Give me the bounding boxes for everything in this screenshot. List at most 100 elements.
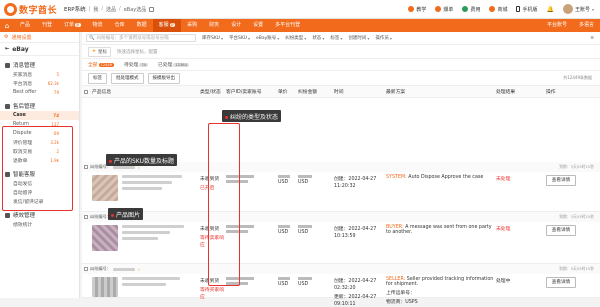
unit-price: USD <box>278 175 298 185</box>
tab-pending[interactable]: 待处理 74 <box>124 61 149 68</box>
row-checkbox[interactable] <box>84 165 88 169</box>
filter-bar: 🔍纠纷编号：多个请用逗号或逗号分隔 库存SKU 平台SKU eBay账号 纠纷类… <box>82 32 600 45</box>
home-icon[interactable]: ⌂ <box>0 19 14 32</box>
group-title[interactable]: 消息管理 <box>0 60 79 70</box>
star-icon[interactable]: ☆ <box>137 267 141 272</box>
user-menu[interactable]: 王账号 ▾ <box>562 4 594 14</box>
teach-label: 教学 <box>416 6 427 13</box>
action-bar: 标签 批处理模式 按模板导出 共12449条数据 <box>82 71 600 85</box>
nav-settings[interactable]: 设置 <box>247 19 269 32</box>
col-amount: 纠纷金额 <box>298 90 318 95</box>
breadcrumb-item[interactable]: eBay选品 <box>124 6 147 13</box>
batch-mode-button[interactable]: 批处理模式 <box>111 72 144 84</box>
export-template-button[interactable]: 按模板导出 <box>147 72 180 84</box>
new-badge: 新 <box>169 23 176 27</box>
filter-platform-sku[interactable]: 平台SKU <box>229 35 250 41</box>
nav-orders[interactable]: 订单新 <box>58 19 87 32</box>
status-tabs: 全部 12449 待处理 74 已处理 12384 <box>82 59 600 71</box>
nav-data[interactable]: 数据 <box>131 19 153 32</box>
sidebar-item-performance-stats[interactable]: 绩效统计 <box>0 220 79 229</box>
col-type-status: 类型/状态 <box>200 90 221 95</box>
explode-label: 爆单 <box>443 6 454 13</box>
fee-label: 费用 <box>470 6 481 13</box>
view-detail-button[interactable]: 查看详情 <box>546 277 576 288</box>
dispute-amount: USD <box>298 175 334 185</box>
bell-icon: 🔔 <box>546 5 554 13</box>
nav-multi-platform[interactable]: 多平台刊登 <box>269 19 306 32</box>
nav-products[interactable]: 产品 <box>14 19 36 32</box>
time-info: 创建：2022-04-27 11:20:32 <box>334 177 377 189</box>
mall-link[interactable]: 商城 <box>489 6 507 13</box>
nav-logistics[interactable]: 物流 <box>87 19 109 32</box>
filter-created-time[interactable]: 创建时间 <box>348 35 369 41</box>
product-image[interactable] <box>92 277 118 297</box>
mobile-link[interactable]: 手机版 <box>516 6 537 13</box>
logo[interactable]: 数字酋长 <box>4 2 64 16</box>
col-buyer: 客户ID/卖家账号 <box>226 90 262 95</box>
select-all-checkbox[interactable] <box>84 89 88 94</box>
breadcrumb-item[interactable]: 我 <box>93 6 98 13</box>
product-image[interactable] <box>92 225 118 251</box>
tab-processed[interactable]: 已处理 12384 <box>158 61 189 68</box>
row-checkbox[interactable] <box>84 215 88 219</box>
filter-ebay-account[interactable]: eBay账号 <box>256 35 279 41</box>
product-image[interactable] <box>92 175 118 201</box>
filter-status[interactable]: 状态 <box>312 35 324 41</box>
filter-tag[interactable]: 标签 <box>330 35 342 41</box>
gear-icon: ⚙ <box>4 34 9 40</box>
search-placeholder: 纠纷编号：多个请用逗号或逗号分隔 <box>96 36 169 41</box>
filter-dispute-type[interactable]: 纠纷类型 <box>285 35 306 41</box>
view-detail-button[interactable]: 查看详情 <box>546 175 576 186</box>
row-header: 纠纷编号： ☆ 到期：3天03时15秒 <box>82 264 600 274</box>
row-checkbox[interactable] <box>84 267 88 271</box>
filter-stock-sku[interactable]: 库存SKU <box>202 35 223 41</box>
avatar <box>562 4 573 14</box>
common-settings-link[interactable]: ⚙ 通用设置 <box>0 32 79 43</box>
latest-solution: BUYER: A message was sent from one party… <box>386 225 492 235</box>
sidebar-item-case[interactable]: Case 74 <box>0 111 79 120</box>
tab-all[interactable]: 全部 12449 <box>88 61 115 68</box>
breadcrumb-separator: / <box>119 6 121 12</box>
explode-link[interactable]: 爆单 <box>435 6 453 13</box>
notification-button[interactable]: 🔔 <box>546 6 553 13</box>
col-latest: 最新方案 <box>386 90 406 95</box>
star-button[interactable]: ★ 星标 <box>88 46 112 57</box>
process-result: 未处理 <box>496 227 511 232</box>
nav-multi-language[interactable]: 多语言 <box>573 19 600 32</box>
nav-finance[interactable]: 财务 <box>203 19 225 32</box>
breadcrumb-item[interactable]: 选品 <box>106 6 116 13</box>
breadcrumb-item[interactable]: ERP系统 <box>64 5 86 13</box>
teach-link[interactable]: 教学 <box>408 6 426 13</box>
sidebar-item-platform-messages[interactable]: 平台消息 62.3k <box>0 79 79 88</box>
view-detail-button[interactable]: 查看详情 <box>546 225 576 236</box>
breadcrumb-separator: | <box>88 6 91 12</box>
nav-design[interactable]: 设计 <box>225 19 247 32</box>
highlight-box-type-status <box>208 123 240 286</box>
sidebar-item-buyer-messages[interactable]: 买家消息 5 <box>0 70 79 79</box>
group-title[interactable]: 售后管理 <box>0 101 79 111</box>
star-hint: 快速选择星标，配置 <box>117 49 158 55</box>
open-page-icon[interactable] <box>149 6 155 12</box>
row-deadline: 到期：3天03时15秒 <box>559 266 594 271</box>
teach-icon <box>408 6 415 12</box>
collapse-icon[interactable]: ⇤ <box>5 46 9 52</box>
platform-title: ⇤ eBay <box>0 43 79 56</box>
new-badge: 新 <box>75 23 81 27</box>
tab-count: 12384 <box>173 62 189 67</box>
nav-purchase[interactable]: 采购 <box>181 19 203 32</box>
nav-listing[interactable]: 刊登 <box>36 19 58 32</box>
group-title[interactable]: 绩效管理 <box>0 210 79 220</box>
mobile-icon <box>516 6 521 12</box>
breadcrumb: ERP系统 | 我 / 选品 / eBay选品 <box>64 5 155 13</box>
tag-button[interactable]: 标签 <box>88 72 107 84</box>
search-input[interactable]: 🔍 纠纷编号：多个请用逗号或逗号分隔 <box>86 34 196 42</box>
nav-platform-accounts[interactable]: 平台账号 <box>541 19 573 32</box>
nav-customer-service[interactable]: 客服新 <box>152 19 182 32</box>
filter-operator[interactable]: 操作员 <box>375 35 392 41</box>
fee-link[interactable]: 费用 <box>462 6 480 13</box>
callout-type-status: 纠纷的类型及状态 <box>222 110 282 122</box>
more-filters-icon[interactable]: ≡ <box>590 36 594 41</box>
nav-warehouse[interactable]: 仓库 <box>109 19 131 32</box>
col-time: 时间 <box>334 90 344 95</box>
sidebar-item-best-offer[interactable]: Best offer 79 <box>0 88 79 97</box>
